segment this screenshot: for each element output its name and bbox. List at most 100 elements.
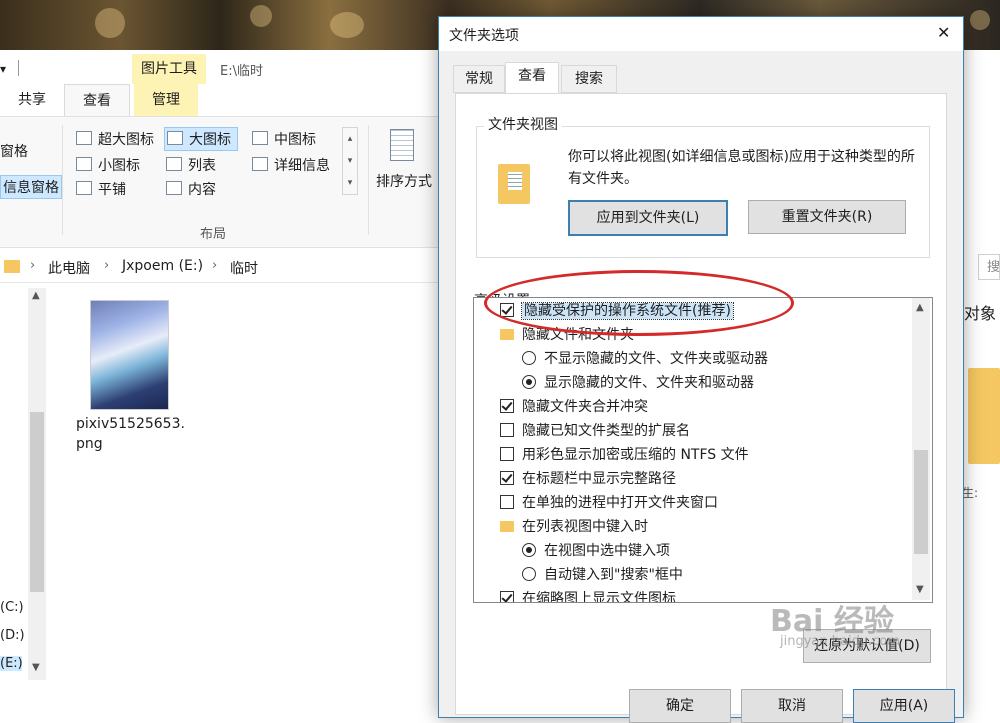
radio[interactable] [522,375,536,389]
settings-scrollbar[interactable]: ▲ ▼ [912,298,930,600]
layout-gallery-scroller[interactable]: ▴ ▾ ▾ [342,127,358,195]
breadcrumb-separator: › [104,258,110,273]
breadcrumb-this-pc[interactable]: 此电脑 [48,258,90,278]
label: 超大图标 [98,132,154,148]
scroll-down-icon[interactable]: ▼ [32,662,40,673]
tab-manage[interactable]: 管理 [134,84,198,116]
label: 隐藏已知文件类型的扩展名 [522,423,690,439]
scroll-up-icon[interactable]: ▲ [32,290,40,301]
layout-group-label: 布局 [200,227,227,242]
details-pane-partial-label: 生: [962,486,979,500]
tab-view-active[interactable]: 查看 [505,62,559,93]
radio[interactable] [522,351,536,365]
checkbox[interactable] [500,471,514,485]
close-icon[interactable]: ✕ [937,23,950,42]
baidu-watermark-url: jingyan.baidu.com [780,634,900,649]
advanced-settings-list[interactable]: 隐藏受保护的操作系统文件(推荐) 隐藏文件和文件夹 不显示隐藏的文件、文件夹或驱… [473,297,933,603]
reset-folders-button[interactable]: 重置文件夹(R) [748,200,906,234]
setting-hide-folder-merge-conflicts[interactable]: 隐藏文件夹合并冲突 [500,395,648,419]
folder-views-legend: 文件夹视图 [484,114,562,134]
search-box[interactable]: 搜 [978,254,1000,280]
list-icon [166,157,182,171]
details-pane-button[interactable]: 信息窗格 [0,175,62,199]
sort-by-icon [390,129,414,161]
tab-general[interactable]: 常规 [453,65,505,93]
picture-tools-context-tab: 图片工具 [132,54,206,84]
label: 内容 [188,182,216,198]
content-icon [166,181,182,195]
scrollbar-thumb[interactable] [914,450,928,554]
dialog-tab-bar: 常规 查看 搜索 [453,62,953,93]
label: 在缩略图上显示文件图标 [522,591,676,603]
setting-type-into-search[interactable]: 自动键入到"搜索"框中 [522,563,683,587]
folder-icon [500,329,514,340]
setting-show-hidden[interactable]: 显示隐藏的文件、文件夹和驱动器 [522,371,754,395]
large-icons-icon [167,131,183,145]
scroll-up-icon[interactable]: ▲ [916,302,924,313]
ok-button[interactable]: 确定 [629,689,731,723]
scrollbar-thumb[interactable] [30,412,44,592]
image-thumbnail[interactable] [90,300,169,410]
checkbox[interactable] [500,423,514,437]
tab-share[interactable]: 共享 [8,84,56,116]
scroll-down-icon[interactable]: ▼ [916,584,924,595]
radio[interactable] [522,543,536,557]
label: 大图标 [189,132,231,148]
setting-file-icon-on-thumbnails[interactable]: 在缩略图上显示文件图标 [500,587,676,603]
layout-content[interactable]: 内容 [166,179,216,199]
setting-separate-process[interactable]: 在单独的进程中打开文件夹窗口 [500,491,718,515]
folder-view-icon [498,164,530,204]
layout-extra-large-icons[interactable]: 超大图标 [76,129,154,149]
ribbon-divider [368,125,369,235]
layout-large-icons[interactable]: 大图标 [164,127,238,151]
layout-medium-icons[interactable]: 中图标 [252,129,316,149]
file-name-label[interactable]: pixiv51525653.png [76,414,188,454]
layout-list[interactable]: 列表 [166,155,216,175]
tab-search[interactable]: 搜索 [561,65,617,93]
folder-view-icon-detail [508,172,522,190]
small-icons-icon [76,157,92,171]
drive-d[interactable]: (D:) [0,628,25,643]
radio[interactable] [522,567,536,581]
medium-icons-icon [252,131,268,145]
details-icon [252,157,268,171]
checkbox[interactable] [500,495,514,509]
checkbox[interactable] [500,591,514,602]
label: 用彩色显示加密或压缩的 NTFS 文件 [522,447,749,463]
setting-select-typed-item[interactable]: 在视图中选中键入项 [522,539,670,563]
setting-dont-show-hidden[interactable]: 不显示隐藏的文件、文件夹或驱动器 [522,347,768,371]
label: 平铺 [98,182,126,198]
preview-pane-button[interactable]: 窗格 [0,141,28,161]
layout-tiles[interactable]: 平铺 [76,179,126,199]
tab-view[interactable]: 查看 [64,84,130,117]
details-pane-partial-text: 对象 [964,304,997,323]
apply-button[interactable]: 应用(A) [853,689,955,723]
quick-access-dropdown[interactable]: ▾ [0,62,20,76]
folder-views-description: 你可以将此视图(如详细信息或图标)应用于这种类型的所有文件夹。 [568,149,915,187]
label: 隐藏文件夹合并冲突 [522,399,648,415]
label: 不显示隐藏的文件、文件夹或驱动器 [544,351,768,367]
layout-small-icons[interactable]: 小图标 [76,155,140,175]
breadcrumb-drive-e[interactable]: Jxpoem (E:) [122,258,203,274]
breadcrumb-temp[interactable]: 临时 [230,258,258,278]
sort-by-button[interactable]: 排序方式 [376,171,432,191]
label: 列表 [188,158,216,174]
label: 小图标 [98,158,140,174]
label: 在列表视图中键入时 [522,519,648,535]
checkbox[interactable] [500,399,514,413]
checkbox[interactable] [500,447,514,461]
drive-c[interactable]: (C:) [0,600,24,615]
cancel-button[interactable]: 取消 [741,689,843,723]
setting-color-encrypted-ntfs[interactable]: 用彩色显示加密或压缩的 NTFS 文件 [500,443,749,467]
ribbon-divider [62,125,63,235]
layout-details[interactable]: 详细信息 [252,155,330,175]
setting-full-path-title[interactable]: 在标题栏中显示完整路径 [500,467,676,491]
nav-scrollbar[interactable]: ▲ ▼ [28,288,46,680]
apply-to-folders-button[interactable]: 应用到文件夹(L) [568,200,728,236]
drive-e[interactable]: (E:) [0,656,23,671]
dialog-title-bar: 文件夹选项 ✕ [439,17,963,51]
label: 在单独的进程中打开文件夹窗口 [522,495,718,511]
large-folder-icon [968,368,1000,464]
address-bar[interactable]: › 此电脑 › Jxpoem (E:) › 临时 [0,252,440,283]
setting-hide-extensions[interactable]: 隐藏已知文件类型的扩展名 [500,419,690,443]
